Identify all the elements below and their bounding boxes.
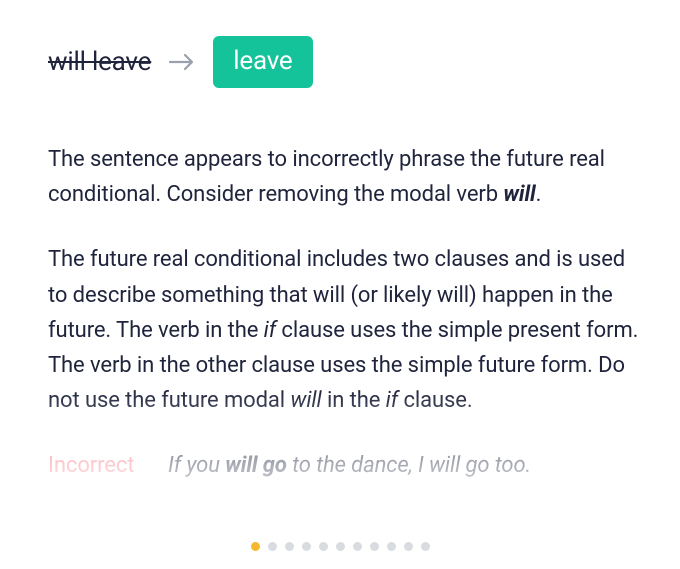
pagination-dot[interactable] — [319, 542, 328, 551]
pagination-dot[interactable] — [387, 542, 396, 551]
text: in the — [322, 388, 386, 413]
example-label: Incorrect — [48, 448, 168, 483]
italic-word: if — [386, 388, 398, 413]
italic-word: will — [290, 388, 321, 413]
bold-italic-phrase: will go — [225, 453, 287, 478]
pagination-dot[interactable] — [421, 542, 430, 551]
pagination-dots — [0, 542, 680, 551]
text: to the dance, I will go too. — [287, 453, 531, 478]
italic-word: if — [264, 318, 276, 343]
explanation-paragraph-1: The sentence appears to incorrectly phra… — [48, 142, 640, 212]
pagination-dot[interactable] — [370, 542, 379, 551]
pagination-dot[interactable] — [404, 542, 413, 551]
example-row-incorrect: Incorrect If you will go to the dance, I… — [48, 448, 640, 483]
bold-italic-word: will — [503, 182, 535, 207]
text: clause. — [398, 388, 472, 413]
text: If you — [168, 453, 225, 478]
arrow-right-icon — [169, 53, 195, 71]
pagination-dot[interactable] — [251, 542, 260, 551]
suggestion-row: will leave leave — [48, 36, 640, 88]
pagination-dot[interactable] — [285, 542, 294, 551]
text: . — [536, 182, 542, 207]
pagination-dot[interactable] — [268, 542, 277, 551]
example-sentence: If you will go to the dance, I will go t… — [168, 448, 531, 483]
explanation-paragraph-2: The future real conditional includes two… — [48, 242, 640, 418]
pagination-dot[interactable] — [302, 542, 311, 551]
pagination-dot[interactable] — [353, 542, 362, 551]
pagination-dot[interactable] — [336, 542, 345, 551]
original-word: will leave — [48, 47, 151, 77]
replacement-chip[interactable]: leave — [213, 36, 312, 88]
